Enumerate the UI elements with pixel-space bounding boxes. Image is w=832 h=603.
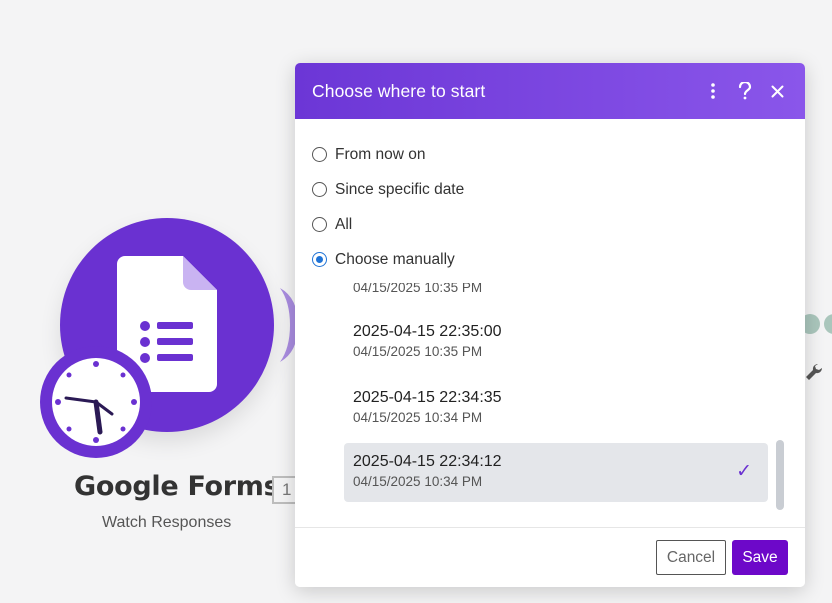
close-icon — [771, 85, 783, 97]
option-label: All — [335, 215, 353, 233]
connector-dot — [824, 314, 832, 334]
help-button[interactable] — [734, 80, 756, 102]
record-subtitle: 04/15/2025 10:35 PM — [353, 344, 483, 359]
clock-icon — [40, 346, 152, 458]
save-button[interactable]: Save — [732, 540, 788, 575]
record-title: 2025-04-15 22:35:00 — [353, 323, 502, 340]
module-name: Google Forms — [74, 471, 280, 502]
radio-all[interactable] — [312, 217, 327, 232]
option-label: Choose manually — [335, 250, 455, 268]
list-item-selected[interactable]: 2025-04-15 22:34:12 04/15/2025 10:34 PM … — [344, 443, 768, 502]
record-subtitle: 04/15/2025 10:35 PM — [353, 283, 483, 295]
option-since-specific-date[interactable]: Since specific date — [312, 172, 788, 207]
radio-since-specific-date[interactable] — [312, 182, 327, 197]
more-vertical-icon — [711, 83, 715, 99]
checkmark-icon: ✓ — [736, 461, 752, 482]
module-subtitle: Watch Responses — [102, 514, 232, 531]
record-title: 2025-04-15 22:34:12 — [353, 453, 502, 470]
choose-where-to-start-dialog: Choose where to start From now on Since … — [295, 63, 805, 587]
cancel-button[interactable]: Cancel — [656, 540, 726, 575]
wrench-icon[interactable] — [804, 362, 824, 382]
more-options-button[interactable] — [702, 80, 724, 102]
close-button[interactable] — [766, 80, 788, 102]
dialog-title: Choose where to start — [312, 80, 486, 101]
record-list[interactable]: 04/15/2025 10:35 PM 2025-04-15 22:35:00 … — [337, 283, 789, 511]
record-subtitle: 04/15/2025 10:34 PM — [353, 474, 483, 489]
list-item[interactable]: 2025-04-15 22:35:00 04/15/2025 10:35 PM — [344, 313, 768, 372]
start-options-radio-group: From now on Since specific date All Choo… — [295, 119, 805, 277]
dialog-footer: Cancel Save — [295, 527, 805, 587]
radio-from-now-on[interactable] — [312, 147, 327, 162]
option-choose-manually[interactable]: Choose manually — [312, 242, 788, 277]
option-from-now-on[interactable]: From now on — [312, 137, 788, 172]
option-all[interactable]: All — [312, 207, 788, 242]
list-scrollbar[interactable] — [776, 440, 784, 510]
option-label: From now on — [335, 145, 426, 163]
help-icon — [738, 82, 752, 100]
google-forms-module[interactable]: Google Forms 1 Watch Responses — [40, 218, 298, 548]
record-title: 2025-04-15 22:34:35 — [353, 389, 502, 406]
dialog-header: Choose where to start — [295, 63, 805, 119]
option-label: Since specific date — [335, 180, 465, 198]
record-subtitle: 04/15/2025 10:34 PM — [353, 410, 483, 425]
list-item[interactable]: 2025-04-15 22:34:35 04/15/2025 10:34 PM — [344, 379, 768, 438]
radio-choose-manually[interactable] — [312, 252, 327, 267]
